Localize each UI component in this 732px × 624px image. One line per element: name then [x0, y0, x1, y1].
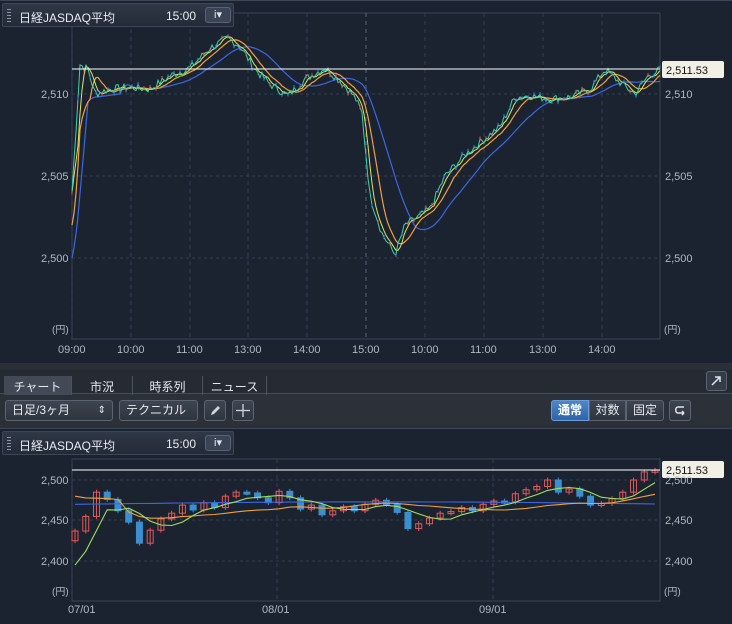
x-tick-label: 13:00	[529, 344, 557, 356]
intraday-chart[interactable]: 2,511.53 2,510 2,505 2,500 2,510 2,505 2…	[0, 1, 732, 363]
y-tick-label: 2,400	[41, 556, 69, 568]
chart-title: 日経JASDAQ平均	[19, 11, 116, 25]
info-dropdown-icon[interactable]: i▾	[205, 7, 231, 23]
candle-body	[404, 511, 412, 530]
crosshair-icon	[236, 404, 250, 417]
x-tick-label: 13:00	[234, 344, 262, 356]
x-tick-label: 14:00	[588, 344, 616, 356]
expand-button[interactable]	[706, 371, 727, 391]
y-tick-label-right: 2,500	[665, 253, 693, 265]
chart-title: 日経JASDAQ平均	[19, 439, 116, 453]
candle-body	[393, 503, 401, 513]
x-tick-label: 14:00	[293, 344, 321, 356]
y-tick-label: 2,500	[41, 475, 69, 487]
chart-time: 15:00	[166, 437, 197, 451]
daily-chart-panel[interactable]: 2,511.53 2,500 2,450 2,400 2,500 2,450 2…	[0, 428, 732, 624]
y-tick-label-right: 2,450	[665, 515, 693, 527]
chart-title-bar[interactable]: 日経JASDAQ平均 15:00 i▾	[2, 431, 234, 455]
svg-text:2,511.53: 2,511.53	[666, 65, 708, 77]
expand-icon	[711, 376, 721, 386]
y-tick-label-right: 2,400	[665, 556, 693, 568]
x-tick-label: 10:00	[411, 344, 439, 356]
y-tick-label: 2,505	[41, 171, 69, 183]
technical-button[interactable]: テクニカル	[119, 400, 198, 421]
x-axis-labels: 09:00 10:00 11:00 13:00 14:00 15:00 10:00 11:00…	[58, 344, 616, 356]
y-unit-label-right: (円)	[664, 325, 681, 336]
crosshair-button[interactable]	[232, 400, 254, 421]
candle-body	[135, 521, 143, 544]
drag-handle-icon[interactable]	[7, 9, 11, 22]
period-select[interactable]: 日足/3ヶ月 ⇕	[5, 400, 113, 421]
candle-body	[554, 479, 562, 493]
x-tick-label: 15:00	[352, 344, 380, 356]
y-tick-label-right: 2,510	[665, 89, 693, 101]
y-tick-label: 2,510	[41, 89, 69, 101]
app-root: 2,511.53 2,510 2,505 2,500 2,510 2,505 2…	[0, 0, 732, 624]
scale-log-button[interactable]: 対数	[589, 400, 626, 421]
y-unit-label: (円)	[52, 587, 69, 598]
daily-chart[interactable]: 2,511.53 2,500 2,450 2,400 2,500 2,450 2…	[0, 429, 732, 624]
x-tick-label: 11:00	[470, 344, 497, 356]
x-tick-label: 09/01	[479, 604, 507, 616]
updown-chevron-icon: ⇕	[97, 405, 106, 416]
chart-title-bar[interactable]: 日経JASDAQ平均 15:00 i▾	[2, 3, 234, 27]
ma-short-line	[74, 482, 656, 566]
period-select-label: 日足/3ヶ月	[12, 403, 71, 417]
x-tick-label: 11:00	[176, 344, 203, 356]
x-tick-label: 08/01	[262, 604, 290, 616]
scale-normal-button[interactable]: 通常	[551, 400, 589, 421]
price-tag: 2,511.53	[662, 61, 724, 78]
y-unit-label-right: (円)	[664, 587, 681, 598]
y-tick-label: 2,450	[41, 515, 69, 527]
y-tick-label-right: 2,505	[665, 171, 693, 183]
chart-toolbar: 日足/3ヶ月 ⇕ テクニカル 通常 対数 固定	[0, 395, 732, 425]
candle-body	[318, 504, 326, 516]
y-unit-label: (円)	[52, 325, 69, 336]
drag-handle-icon[interactable]	[7, 437, 11, 450]
info-dropdown-icon[interactable]: i▾	[205, 435, 231, 451]
y-tick-label-right: 2,500	[665, 475, 693, 487]
reset-button[interactable]	[669, 400, 691, 421]
candle-body	[189, 504, 197, 511]
intraday-grid	[71, 13, 660, 339]
chart-time: 15:00	[166, 9, 197, 23]
pencil-icon	[211, 406, 220, 415]
x-tick-label: 10:00	[117, 344, 145, 356]
intraday-chart-panel[interactable]: 2,511.53 2,510 2,505 2,500 2,510 2,505 2…	[0, 0, 732, 363]
candle-body	[243, 491, 251, 495]
draw-pencil-button[interactable]	[204, 400, 226, 421]
y-tick-label: 2,500	[41, 253, 69, 265]
x-tick-label: 09:00	[58, 344, 86, 356]
x-tick-label: 07/01	[68, 604, 96, 616]
scale-fixed-button[interactable]: 固定	[626, 400, 664, 421]
candle-body	[350, 506, 358, 512]
daily-moving-averages	[74, 482, 656, 566]
tab-bar: チャート 市況 時系列 ニュース	[0, 370, 732, 398]
undo-icon	[675, 406, 685, 416]
